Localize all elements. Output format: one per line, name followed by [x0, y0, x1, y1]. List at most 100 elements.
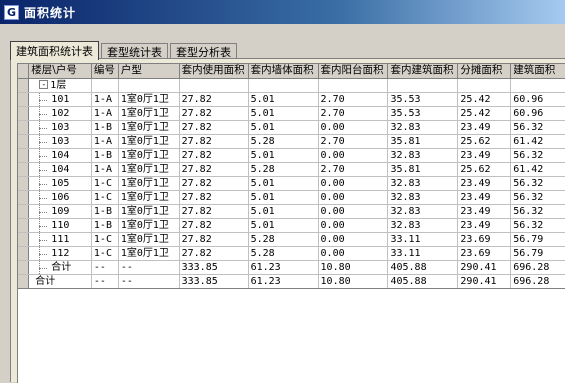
row-header[interactable]	[18, 134, 30, 149]
table-cell: 32.83	[387, 190, 459, 205]
table-row[interactable]: 103 1-B 1室0厅1卫 27.82 5.01 0.00 32.83 23.49 56.32	[18, 120, 565, 135]
row-header[interactable]	[18, 260, 30, 275]
table-cell	[248, 78, 319, 93]
row-header[interactable]	[18, 204, 30, 219]
table-cell: 33.11	[387, 232, 459, 247]
collapse-icon[interactable]: -	[39, 80, 49, 89]
table-cell: 56.32	[510, 120, 565, 135]
corner-header	[18, 64, 30, 79]
tab-building-area[interactable]: 建筑面积统计表	[10, 41, 99, 60]
app-icon: G	[4, 4, 19, 20]
row-header[interactable]	[18, 232, 30, 247]
column-header[interactable]: 建筑面积	[510, 64, 565, 79]
table-cell: 32.83	[387, 204, 459, 219]
row-header[interactable]	[18, 120, 30, 135]
window-title: 面积统计	[24, 5, 77, 20]
room-cell: 112	[28, 246, 92, 261]
tab-panel: 楼层\户号 编号 户型 套内使用面积 套内墙体面积 套内阳台面积 套内建筑面积 …	[10, 58, 565, 383]
row-header[interactable]	[18, 78, 30, 93]
table-cell: 23.69	[457, 232, 512, 247]
table-cell: 1-A	[91, 134, 119, 149]
table-cell: 0.00	[318, 120, 389, 135]
table-cell: 60.96	[510, 92, 565, 107]
group-cell[interactable]: -1层	[28, 78, 92, 93]
row-header[interactable]	[18, 190, 30, 205]
table-cell: 1-C	[91, 232, 119, 247]
area-table[interactable]: 楼层\户号 编号 户型 套内使用面积 套内墙体面积 套内阳台面积 套内建筑面积 …	[17, 63, 565, 383]
table-row[interactable]: 109 1-B 1室0厅1卫 27.82 5.01 0.00 32.83 23.49 56.32	[18, 204, 565, 219]
table-row[interactable]: 106 1-C 1室0厅1卫 27.82 5.01 0.00 32.83 23.49 56.32	[18, 190, 565, 205]
column-header[interactable]: 套内建筑面积	[387, 64, 459, 79]
table-cell: 1室0厅1卫	[118, 232, 180, 247]
table-cell: 1-C	[91, 176, 119, 191]
tab-unit-type-stats[interactable]: 套型统计表	[101, 43, 168, 59]
table-cell	[457, 78, 512, 93]
total-row[interactable]: 合计 -- -- 333.85 61.23 10.80 405.88 290.41 696.28	[18, 274, 565, 289]
table-row[interactable]: 103 1-A 1室0厅1卫 27.82 5.28 2.70 35.81 25.62 61.42	[18, 134, 565, 149]
table-row[interactable]: 101 1-A 1室0厅1卫 27.82 5.01 2.70 35.53 25.42 60.96	[18, 92, 565, 107]
table-cell: 23.49	[457, 120, 512, 135]
row-header[interactable]	[18, 92, 30, 107]
table-cell: 56.79	[510, 246, 565, 261]
table-cell	[318, 78, 389, 93]
row-header[interactable]	[18, 176, 30, 191]
column-header[interactable]: 分摊面积	[457, 64, 512, 79]
column-header[interactable]: 套内使用面积	[179, 64, 249, 79]
room-cell: 合计	[28, 274, 92, 289]
room-cell: 105	[28, 176, 92, 191]
table-cell: 27.82	[179, 134, 249, 149]
table-cell: 1室0厅1卫	[118, 204, 180, 219]
table-cell: 61.42	[510, 134, 565, 149]
table-cell: 25.62	[457, 162, 512, 177]
column-header[interactable]: 套内阳台面积	[318, 64, 389, 79]
table-row[interactable]: 105 1-C 1室0厅1卫 27.82 5.01 0.00 32.83 23.49 56.32	[18, 176, 565, 191]
row-header[interactable]	[18, 106, 30, 121]
table-row[interactable]: 104 1-B 1室0厅1卫 27.82 5.01 0.00 32.83 23.49 56.32	[18, 148, 565, 163]
table-cell: 5.01	[248, 106, 319, 121]
table-cell: 56.32	[510, 190, 565, 205]
row-header[interactable]	[18, 246, 30, 261]
table-cell: 61.42	[510, 162, 565, 177]
table-cell: 5.01	[248, 176, 319, 191]
room-cell: 合计	[28, 260, 92, 275]
tab-unit-type-analysis[interactable]: 套型分析表	[170, 43, 237, 59]
table-row[interactable]: 102 1-A 1室0厅1卫 27.82 5.01 2.70 35.53 25.42 60.96	[18, 106, 565, 121]
table-row[interactable]: 104 1-A 1室0厅1卫 27.82 5.28 2.70 35.81 25.62 61.42	[18, 162, 565, 177]
table-cell: 32.83	[387, 148, 459, 163]
row-header[interactable]	[18, 162, 30, 177]
table-cell: 0.00	[318, 176, 389, 191]
column-header[interactable]: 楼层\户号	[28, 64, 92, 79]
table-cell: 1室0厅1卫	[118, 134, 180, 149]
group-row[interactable]: -1层	[18, 78, 565, 93]
table-cell: 405.88	[387, 260, 459, 275]
row-header[interactable]	[18, 218, 30, 233]
subtotal-row[interactable]: 合计 -- -- 333.85 61.23 10.80 405.88 290.41 696.28	[18, 260, 565, 275]
table-cell: 35.53	[387, 106, 459, 121]
table-row[interactable]: 110 1-B 1室0厅1卫 27.82 5.01 0.00 32.83 23.49 56.32	[18, 218, 565, 233]
column-header[interactable]: 套内墙体面积	[248, 64, 319, 79]
table-cell	[510, 78, 565, 93]
title-bar: G 面积统计	[0, 0, 565, 24]
column-header[interactable]: 户型	[118, 64, 180, 79]
table-cell: 0.00	[318, 218, 389, 233]
table-cell	[179, 78, 249, 93]
table-cell: 1室0厅1卫	[118, 120, 180, 135]
table-cell: 35.81	[387, 134, 459, 149]
table-cell: 1室0厅1卫	[118, 106, 180, 121]
table-cell: 5.28	[248, 134, 319, 149]
table-cell: 56.32	[510, 204, 565, 219]
table-cell: 27.82	[179, 204, 249, 219]
table-cell: 10.80	[318, 274, 389, 289]
table-row[interactable]: 111 1-C 1室0厅1卫 27.82 5.28 0.00 33.11 23.69 56.79	[18, 232, 565, 247]
table-cell: 405.88	[387, 274, 459, 289]
table-cell: 1室0厅1卫	[118, 246, 180, 261]
table-cell: 5.28	[248, 232, 319, 247]
table-cell: 27.82	[179, 148, 249, 163]
table-cell	[91, 78, 119, 93]
table-row[interactable]: 112 1-C 1室0厅1卫 27.82 5.28 0.00 33.11 23.69 56.79	[18, 246, 565, 261]
table-cell: 5.01	[248, 148, 319, 163]
row-header[interactable]	[18, 274, 30, 289]
column-header[interactable]: 编号	[91, 64, 119, 79]
table-cell: 27.82	[179, 190, 249, 205]
row-header[interactable]	[18, 148, 30, 163]
